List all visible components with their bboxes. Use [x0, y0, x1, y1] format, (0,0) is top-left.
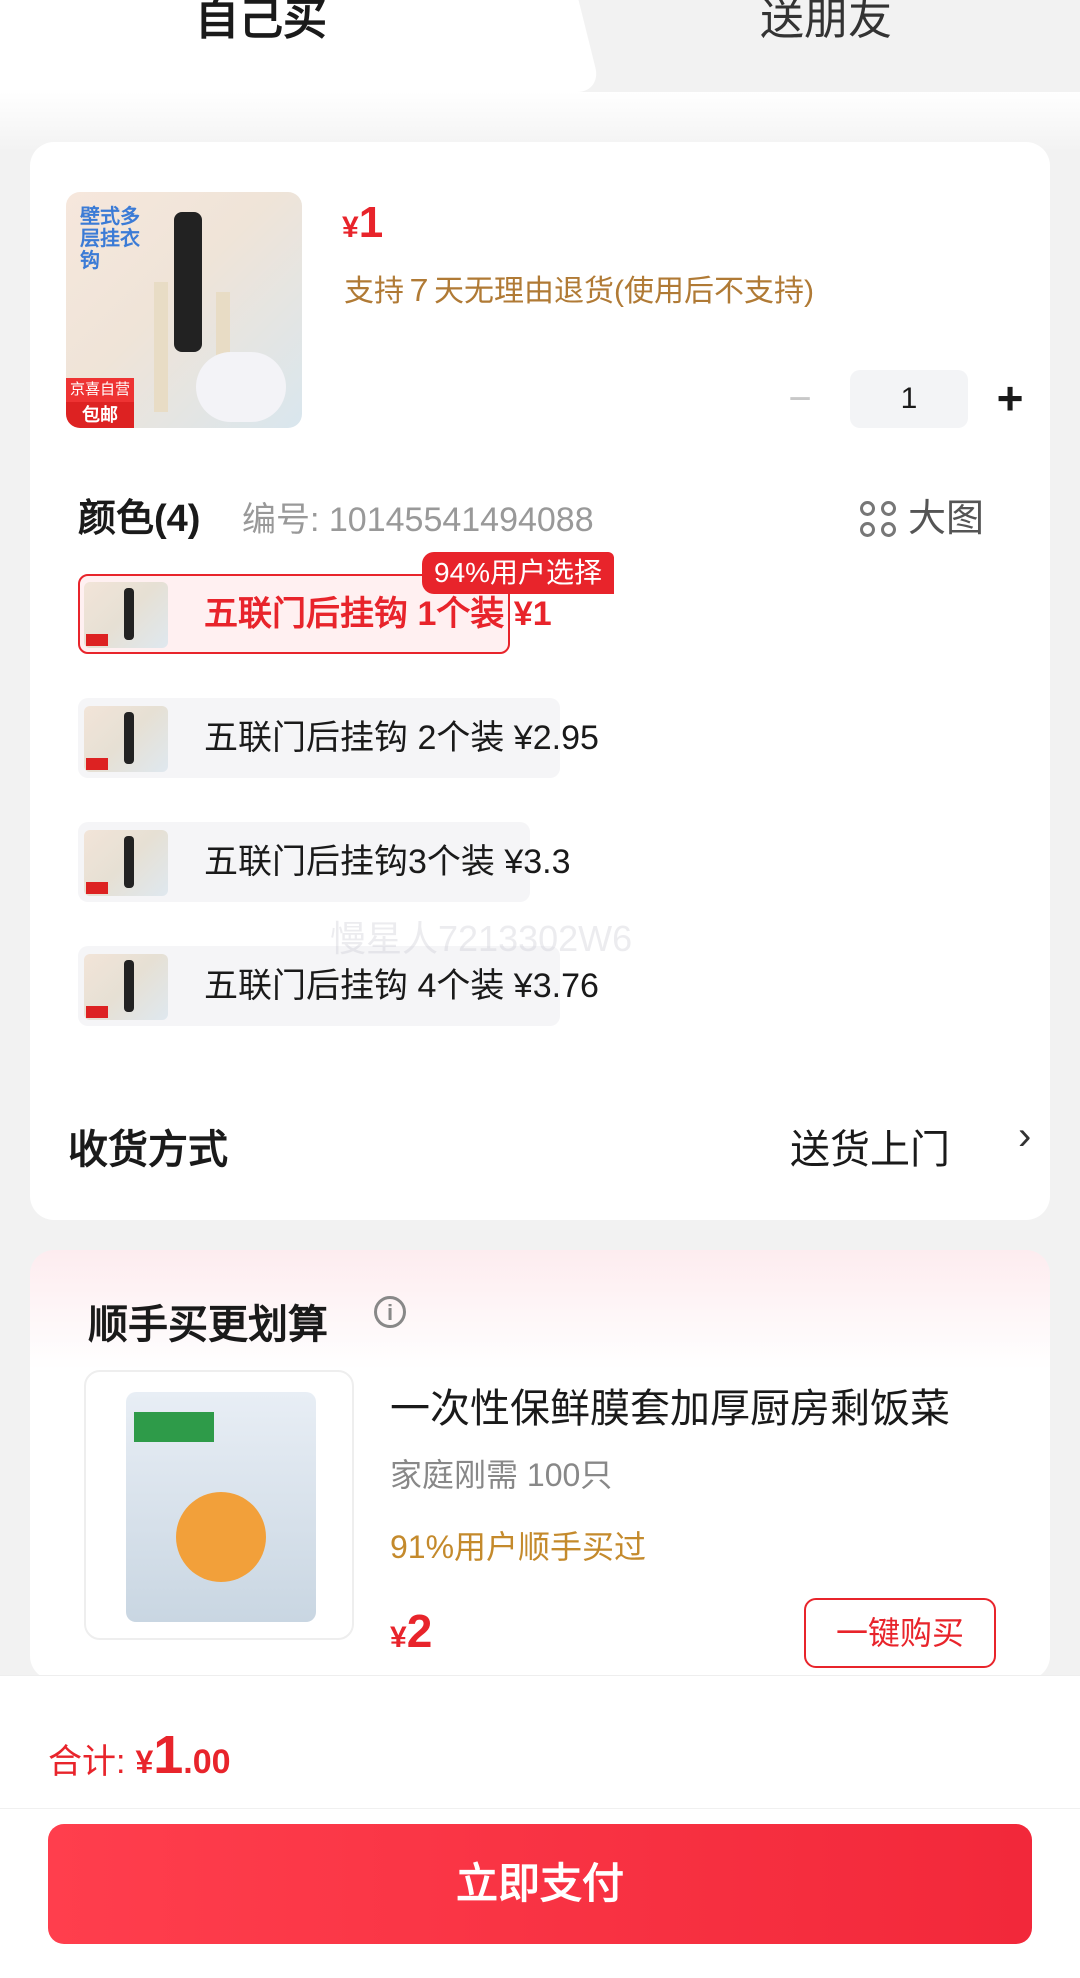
- purchase-tabs: 自己买 送朋友: [0, 0, 1080, 92]
- popular-choice-badge: 94%用户选择: [422, 552, 615, 594]
- increase-quantity-button[interactable]: +: [980, 370, 1040, 428]
- order-total: 合计: ¥1.00: [48, 1724, 231, 1786]
- addon-thumbnail[interactable]: [84, 1370, 354, 1640]
- delivery-method[interactable]: 送货上门: [790, 1117, 950, 1175]
- addon-price: ¥2: [390, 1604, 432, 1658]
- price-symbol: ¥: [342, 211, 359, 244]
- thumb-bag: [196, 352, 286, 422]
- free-shipping-badge: 包邮: [66, 402, 134, 428]
- quantity-input[interactable]: 1: [850, 370, 968, 428]
- price-value: 1: [358, 198, 384, 247]
- option-label: 五联门后挂钩3个装 ¥3.3: [204, 843, 571, 881]
- product-code: 编号: 10145541494088: [242, 501, 594, 539]
- watermark: 慢星人7213302W6: [330, 918, 633, 959]
- total-decimal: .00: [183, 1743, 231, 1781]
- big-image-toggle[interactable]: 大图: [860, 487, 984, 542]
- divider: [0, 1808, 1080, 1809]
- decrease-quantity-button[interactable]: −: [770, 370, 830, 428]
- option-label: 五联门后挂钩 2个装 ¥2.95: [204, 719, 599, 757]
- spec-option[interactable]: 五联门后挂钩3个装 ¥3.3: [78, 822, 571, 902]
- product-thumbnail[interactable]: 壁式多层挂衣钩 京喜自营 包邮: [66, 192, 302, 428]
- one-click-buy-button[interactable]: 一键购买: [804, 1598, 996, 1668]
- addon-pack-label: [134, 1412, 214, 1442]
- addon-subtitle: 家庭刚需 100只: [390, 1457, 613, 1493]
- total-integer: 1: [153, 1725, 184, 1785]
- thumb-caption: 壁式多层挂衣钩: [80, 206, 140, 272]
- big-image-label: 大图: [908, 498, 985, 540]
- addon-card: 顺手买更划算 i 一次性保鲜膜套加厚厨房剩饭菜 家庭刚需 100只 91%用户顺…: [30, 1250, 1050, 1680]
- option-thumbnail: [84, 582, 168, 648]
- spec-title: 颜色(4): [78, 498, 201, 540]
- total-label: 合计:: [48, 1743, 126, 1781]
- addon-name[interactable]: 一次性保鲜膜套加厚厨房剩饭菜: [390, 1376, 950, 1434]
- checkout-bar: 合计: ¥1.00 立即支付: [0, 1675, 1080, 1978]
- info-icon[interactable]: i: [374, 1296, 406, 1328]
- pay-now-button[interactable]: 立即支付: [48, 1824, 1032, 1944]
- option-thumbnail: [84, 954, 168, 1020]
- product-price: ¥1: [342, 198, 383, 248]
- spec-option[interactable]: 五联门后挂钩 2个装 ¥2.95: [78, 698, 599, 778]
- return-policy: 支持７天无理由退货(使用后不支持): [344, 275, 814, 308]
- addon-stat: 91%用户顺手买过: [390, 1529, 647, 1565]
- chevron-right-icon[interactable]: ›: [1018, 1114, 1031, 1159]
- thumb-strap: [154, 282, 168, 412]
- product-card: 壁式多层挂衣钩 京喜自营 包邮 ¥1 支持７天无理由退货(使用后不支持) − 1…: [30, 142, 1050, 1220]
- thumb-rack: [174, 212, 202, 352]
- addon-title: 顺手买更划算: [88, 1303, 328, 1347]
- addon-pack-mascot: [176, 1492, 266, 1582]
- tab-gift[interactable]: 送朋友: [760, 0, 892, 42]
- self-operated-badge: 京喜自营: [66, 378, 134, 402]
- total-symbol: ¥: [135, 1744, 154, 1780]
- grid-icon: [860, 500, 900, 541]
- tab-self-buy-label[interactable]: 自己买: [195, 0, 327, 42]
- option-thumbnail: [84, 830, 168, 896]
- option-thumbnail: [84, 706, 168, 772]
- addon-price-value: 2: [406, 1605, 433, 1657]
- delivery-label: 收货方式: [68, 1128, 228, 1172]
- addon-price-symbol: ¥: [390, 1621, 407, 1654]
